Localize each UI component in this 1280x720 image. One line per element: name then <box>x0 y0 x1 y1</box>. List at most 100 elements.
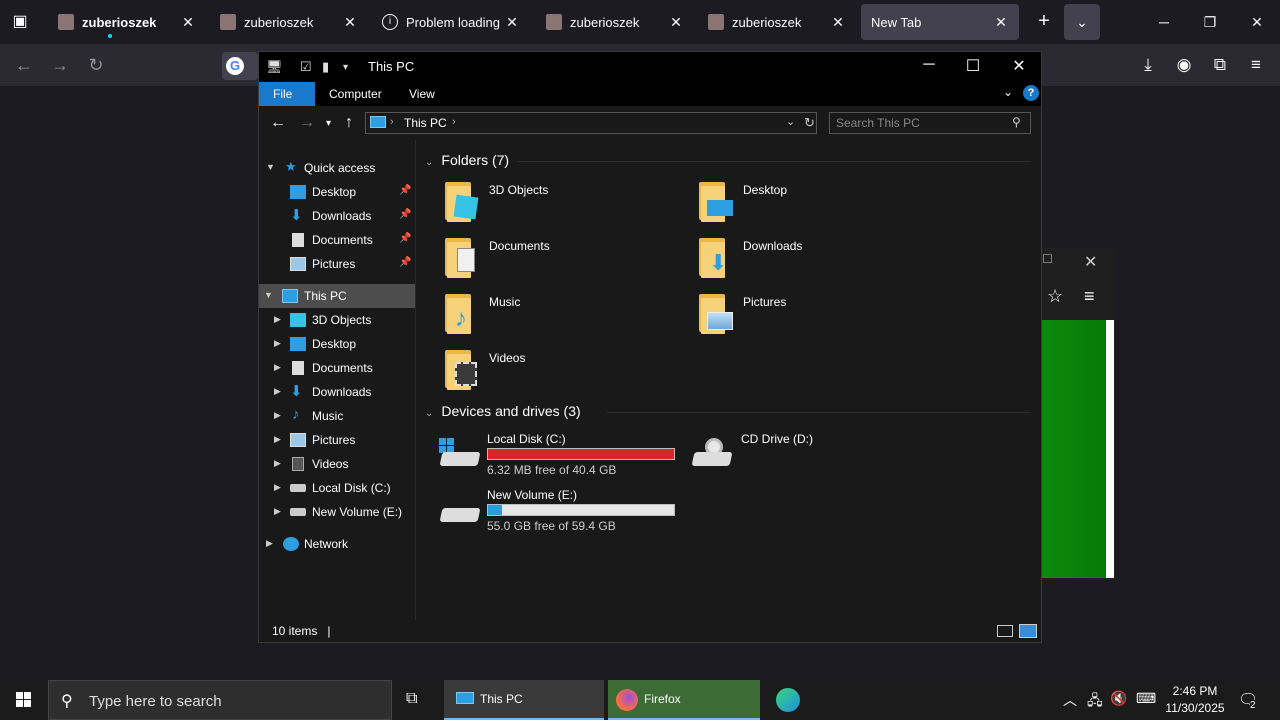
minimize-icon[interactable]: ─ <box>1152 10 1176 34</box>
drive-cd-d[interactable]: CD Drive (D:) <box>691 432 941 480</box>
close-icon[interactable]: ✕ <box>1004 56 1034 76</box>
tab-new-tab[interactable]: New Tab ✕ <box>861 4 1019 40</box>
chevron-right-icon[interactable]: ▶ <box>274 458 281 469</box>
forward-icon[interactable]: → <box>299 114 315 132</box>
keyboard-icon[interactable]: ⌨ <box>1136 690 1156 707</box>
nav-this-pc[interactable]: ▼ This PC <box>259 284 415 308</box>
folder-pictures[interactable]: Pictures <box>697 292 937 340</box>
chevron-up-icon[interactable]: ︿ <box>1063 690 1077 710</box>
chevron-right-icon[interactable]: ▶ <box>274 506 281 517</box>
chevron-right-icon[interactable]: ▶ <box>274 434 281 445</box>
star-icon[interactable]: ☆ <box>1047 286 1063 307</box>
close-icon[interactable]: ✕ <box>993 14 1009 31</box>
folder-downloads[interactable]: ⬇ Downloads <box>697 236 937 284</box>
refresh-icon[interactable]: ↻ <box>804 115 815 131</box>
search-icon[interactable]: ⚲ <box>1012 115 1021 129</box>
new-folder-icon[interactable]: ▮ <box>322 59 329 75</box>
taskbar-search[interactable]: ⚲ Type here to search <box>48 680 392 720</box>
menu-icon[interactable]: ≡ <box>1084 286 1095 307</box>
back-icon[interactable]: ← <box>12 53 36 77</box>
nav-pc-pictures[interactable]: ▶ Pictures <box>259 428 415 452</box>
tab-zuberioszek-4[interactable]: zuberioszek ✕ <box>698 4 856 40</box>
large-icons-view-icon[interactable] <box>1019 624 1037 638</box>
group-header-devices[interactable]: ⌄ Devices and drives (3) <box>425 403 581 419</box>
pin-icon[interactable]: 📌 <box>399 257 411 268</box>
tab-file[interactable]: File <box>259 82 315 106</box>
tab-zuberioszek-2[interactable]: zuberioszek ✕ <box>210 4 368 40</box>
pin-icon[interactable]: 📌 <box>399 185 411 196</box>
close-window-icon[interactable]: ✕ <box>1245 10 1269 34</box>
minimize-icon[interactable]: ─ <box>914 56 944 74</box>
chevron-down-icon[interactable]: ⌄ <box>425 408 433 419</box>
drive-local-disk-c[interactable]: Local Disk (C:) 6.32 MB free of 40.4 GB <box>437 432 687 480</box>
chevron-down-icon[interactable]: ▼ <box>264 290 273 300</box>
search-input[interactable] <box>836 115 1006 131</box>
downloads-icon[interactable]: ⤓ <box>1136 53 1160 77</box>
drive-new-volume-e[interactable]: New Volume (E:) 55.0 GB free of 59.4 GB <box>437 488 687 536</box>
chevron-right-icon[interactable]: ▶ <box>274 482 281 493</box>
back-icon[interactable]: ← <box>270 114 286 132</box>
maximize-icon[interactable]: ☐ <box>958 56 988 76</box>
taskbar-this-pc[interactable]: This PC <box>444 680 604 720</box>
chevron-right-icon[interactable]: ▶ <box>266 538 273 549</box>
start-button[interactable] <box>0 680 48 720</box>
nav-quick-access[interactable]: ▼ ★ Quick access <box>259 156 415 180</box>
taskbar-firefox[interactable]: Firefox <box>608 680 760 720</box>
nav-pc-desktop[interactable]: ▶ Desktop <box>259 332 415 356</box>
help-icon[interactable]: ? <box>1023 85 1039 101</box>
close-icon[interactable]: ✕ <box>668 14 684 31</box>
menu-icon[interactable]: ≡ <box>1244 53 1268 77</box>
reload-icon[interactable]: ↻ <box>84 53 108 77</box>
folder-desktop[interactable]: Desktop <box>697 180 937 228</box>
properties-icon[interactable]: ☑ <box>300 59 312 75</box>
close-icon[interactable]: ✕ <box>342 14 358 31</box>
nav-pc-music[interactable]: ▶ ♪ Music <box>259 404 415 428</box>
maximize-icon[interactable]: ☐ <box>1042 252 1053 266</box>
chevron-down-icon[interactable]: ⌄ <box>786 115 795 128</box>
folder-documents[interactable]: Documents <box>443 236 683 284</box>
nav-pc-3d-objects[interactable]: ▶ 3D Objects <box>259 308 415 332</box>
close-icon[interactable]: ✕ <box>180 14 196 31</box>
address-bar[interactable]: › This PC › ⌄ ↻ <box>365 112 817 134</box>
edge-icon[interactable] <box>776 688 800 712</box>
breadcrumb-separator[interactable]: › <box>390 116 394 128</box>
task-view-icon[interactable]: ⧉ <box>406 690 417 708</box>
tab-view[interactable]: View <box>395 82 449 106</box>
volume-muted-icon[interactable]: 🔇 <box>1110 690 1127 707</box>
extensions-icon[interactable]: ⧉ <box>1208 53 1232 77</box>
nav-qa-downloads[interactable]: ⬇ Downloads 📌 <box>259 204 415 228</box>
pin-icon[interactable]: 📌 <box>399 209 411 220</box>
folder-videos[interactable]: Videos <box>443 348 683 396</box>
up-icon[interactable]: ↑ <box>345 114 353 132</box>
pin-icon[interactable]: 📌 <box>399 233 411 244</box>
details-view-icon[interactable] <box>997 625 1013 637</box>
chevron-right-icon[interactable]: ▶ <box>274 410 281 421</box>
chevron-right-icon[interactable]: ▶ <box>274 338 281 349</box>
tab-computer[interactable]: Computer <box>315 82 396 106</box>
breadcrumb-this-pc[interactable]: This PC <box>404 116 447 130</box>
tab-zuberioszek-3[interactable]: zuberioszek ✕ <box>536 4 694 40</box>
nav-qa-pictures[interactable]: Pictures 📌 <box>259 252 415 276</box>
nav-qa-documents[interactable]: Documents 📌 <box>259 228 415 252</box>
group-header-folders[interactable]: ⌄ Folders (7) <box>425 152 509 168</box>
chevron-down-icon[interactable]: ▼ <box>266 162 275 172</box>
new-tab-button[interactable]: + <box>1032 10 1056 34</box>
close-icon[interactable]: ✕ <box>1084 252 1097 272</box>
tab-list-icon[interactable]: ▣ <box>8 10 32 34</box>
nav-pc-new-volume-e[interactable]: ▶ New Volume (E:) <box>259 500 415 524</box>
restore-icon[interactable]: ❐ <box>1198 10 1222 34</box>
nav-pc-local-disk-c[interactable]: ▶ Local Disk (C:) <box>259 476 415 500</box>
recent-locations-icon[interactable]: ▾ <box>326 118 331 129</box>
nav-qa-desktop[interactable]: Desktop 📌 <box>259 180 415 204</box>
chevron-down-icon[interactable]: ⌄ <box>1003 85 1013 99</box>
search-engine-button[interactable]: G <box>222 52 258 80</box>
account-icon[interactable]: ◉ <box>1172 53 1196 77</box>
tab-zuberioszek-1[interactable]: zuberioszek ✕ <box>48 4 206 40</box>
chevron-right-icon[interactable]: ▶ <box>274 314 281 325</box>
chevron-right-icon[interactable]: ▶ <box>274 362 281 373</box>
search-box[interactable]: ⚲ <box>829 112 1031 134</box>
close-icon[interactable]: ✕ <box>830 14 846 31</box>
customize-qat-icon[interactable]: ▾ <box>343 62 348 73</box>
tab-problem-loading[interactable]: i Problem loading pa ✕ <box>372 4 530 40</box>
chevron-right-icon[interactable]: ▶ <box>274 386 281 397</box>
